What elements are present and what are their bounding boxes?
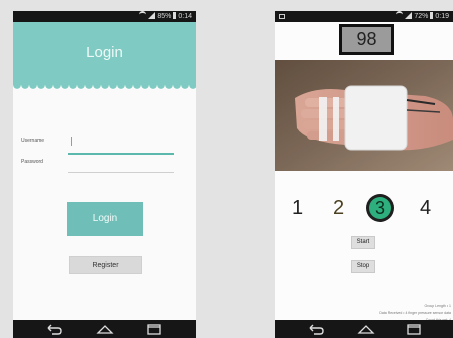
back-icon[interactable] — [46, 323, 62, 335]
status-time: 0:19 — [435, 13, 449, 20]
login-screen: 85% 0:14 Login Username Password Login Re… — [13, 11, 196, 338]
wifi-icon — [139, 11, 147, 18]
recent-apps-icon[interactable] — [406, 323, 422, 335]
home-icon[interactable] — [96, 323, 114, 335]
battery-icon — [173, 12, 177, 19]
username-field[interactable] — [68, 153, 174, 155]
status-time: 0:14 — [178, 13, 192, 20]
status-bar: 72% 0:19 — [275, 11, 453, 22]
footer-line-2: Data Received • 4 finger pressure sensor… — [379, 311, 451, 315]
battery-percent: 72% — [414, 13, 429, 20]
start-button[interactable]: Start — [351, 236, 375, 249]
password-field[interactable] — [68, 172, 174, 173]
password-label: Password — [21, 159, 43, 165]
footer-line-1: Group Length • 1 — [424, 304, 451, 308]
number-1[interactable]: 1 — [292, 197, 303, 220]
battery-percent: 85% — [157, 13, 172, 20]
header-scallop-edge — [13, 85, 196, 91]
number-2[interactable]: 2 — [333, 197, 344, 220]
status-bar: 85% 0:14 — [13, 11, 196, 22]
signal-icon — [148, 12, 156, 19]
wifi-icon — [396, 11, 404, 18]
monitor-screen: 72% 0:19 98 1 2 3 4 Start Stop Group Len… — [275, 11, 453, 338]
number-4[interactable]: 4 — [420, 197, 431, 220]
hand-device-photo — [275, 60, 453, 171]
recent-apps-icon[interactable] — [146, 323, 162, 335]
text-cursor — [71, 137, 72, 146]
page-title: Login — [86, 44, 123, 61]
username-label: Username — [21, 138, 45, 144]
stop-button[interactable]: Stop — [351, 260, 375, 273]
login-header: Login — [13, 22, 196, 85]
battery-icon — [430, 12, 434, 19]
register-button[interactable]: Register — [69, 256, 142, 274]
back-icon[interactable] — [308, 323, 324, 335]
home-icon[interactable] — [357, 323, 375, 335]
login-button[interactable]: Login — [67, 202, 143, 236]
active-number-indicator[interactable]: 3 — [366, 194, 394, 222]
navigation-bar — [275, 320, 453, 338]
counter-display: 98 — [339, 24, 394, 55]
counter-value: 98 — [342, 27, 391, 52]
navigation-bar — [13, 320, 196, 338]
number-3: 3 — [369, 197, 391, 219]
signal-icon — [405, 12, 413, 19]
notification-icon — [279, 14, 285, 19]
